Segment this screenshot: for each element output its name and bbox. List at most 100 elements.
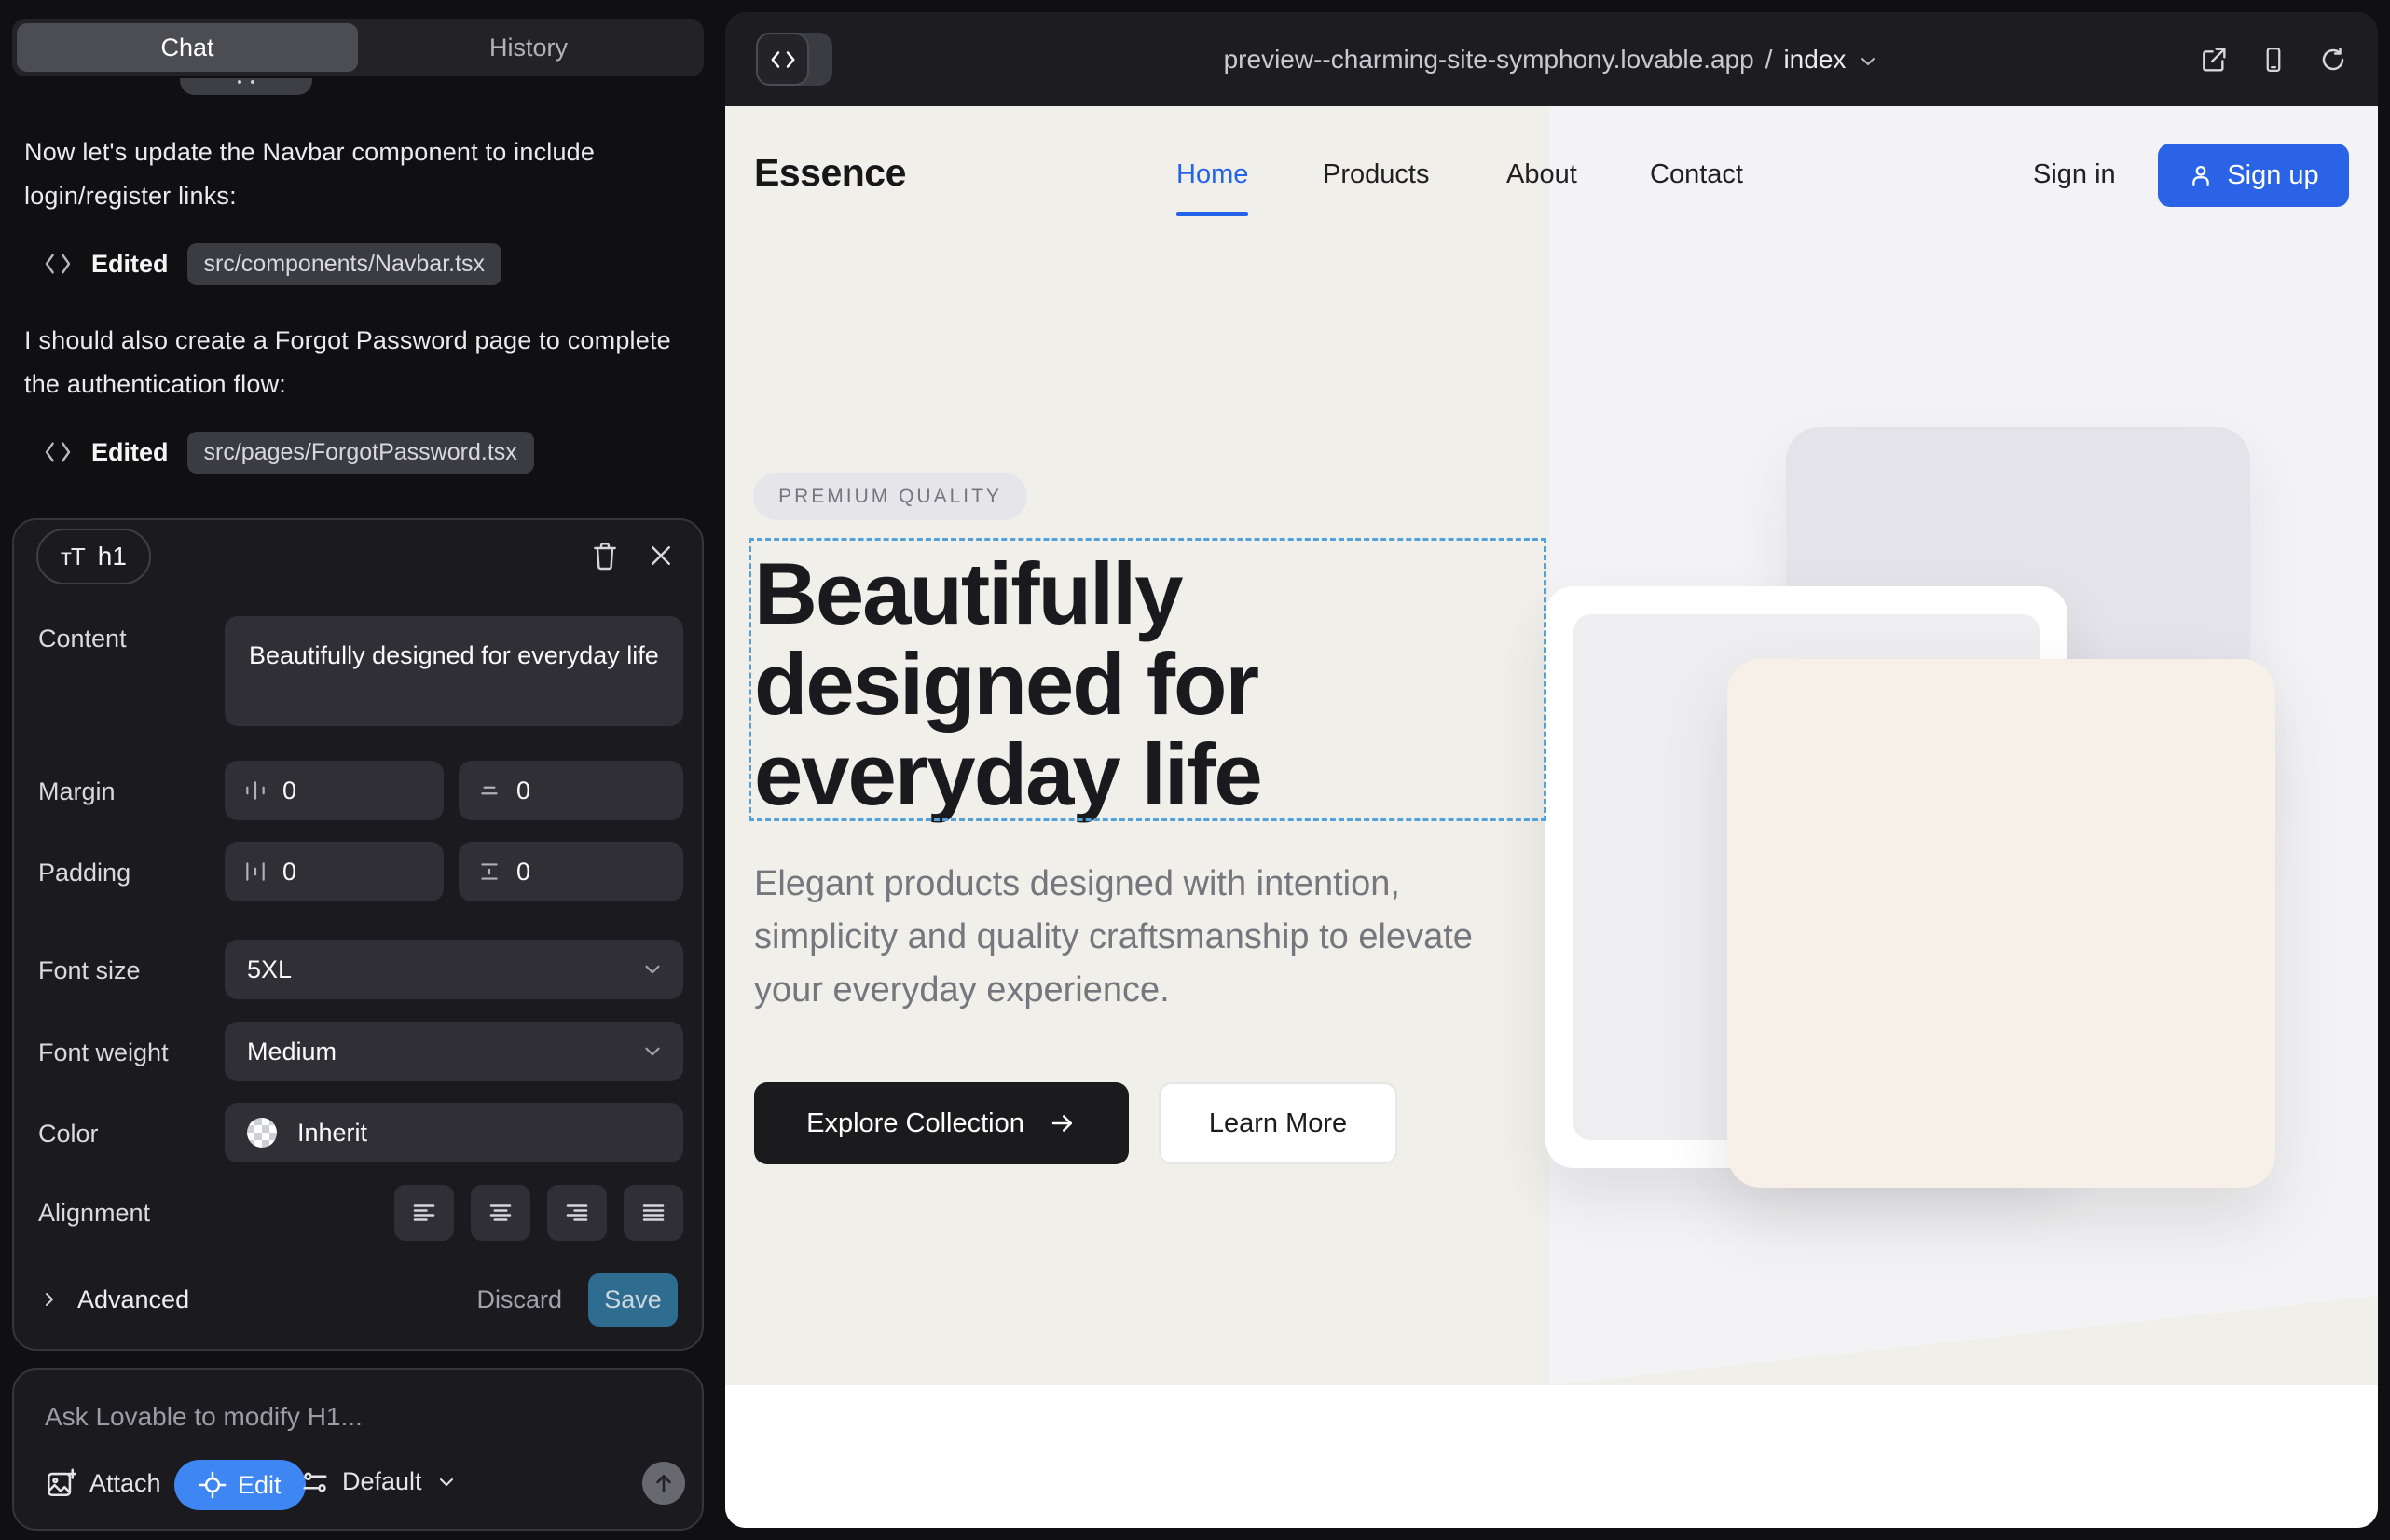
close-icon[interactable] xyxy=(644,539,678,572)
heading-line: Beautifully xyxy=(754,548,1261,639)
assistant-message: I should also create a Forgot Password p… xyxy=(24,319,692,406)
edited-label: Edited xyxy=(91,250,169,279)
alignment-label: Alignment xyxy=(38,1199,150,1228)
smartphone-icon xyxy=(2260,45,2287,75)
heading-line: everyday life xyxy=(754,729,1261,819)
refresh-icon xyxy=(2319,46,2347,74)
chat-history-tabbar: Chat History xyxy=(12,19,704,76)
target-icon xyxy=(199,1471,227,1499)
content-input[interactable]: Beautifully designed for everyday life xyxy=(225,616,683,726)
chat-sidebar: Chat History Now let's update the Navbar… xyxy=(0,0,725,1540)
padding-x-input[interactable]: 0 xyxy=(225,842,444,901)
attach-button[interactable]: Attach xyxy=(45,1467,161,1499)
refresh-button[interactable] xyxy=(2316,43,2350,76)
learn-more-button[interactable]: Learn More xyxy=(1159,1082,1397,1164)
decorative-card-beige xyxy=(1727,659,2275,1188)
align-justify-button[interactable] xyxy=(624,1185,683,1241)
advanced-toggle[interactable]: Advanced xyxy=(38,1272,189,1327)
nav-link-about[interactable]: About xyxy=(1506,159,1577,190)
premium-quality-badge: PREMIUM QUALITY xyxy=(753,473,1027,520)
typography-icon: ᴛT xyxy=(61,543,85,571)
preview-url[interactable]: preview--charming-site-symphony.lovable.… xyxy=(725,12,2378,106)
next-section-background xyxy=(725,1385,2378,1528)
url-host: preview--charming-site-symphony.lovable.… xyxy=(1224,45,1754,75)
align-right-button[interactable] xyxy=(547,1185,607,1241)
discard-button[interactable]: Discard xyxy=(476,1272,562,1327)
image-plus-icon xyxy=(45,1467,76,1499)
external-link-icon xyxy=(2199,45,2229,75)
margin-horizontal-icon xyxy=(243,778,268,803)
font-weight-select[interactable]: Medium xyxy=(225,1022,683,1081)
edited-file-row[interactable]: Edited src/components/Navbar.tsx xyxy=(43,242,501,285)
composer-actions: Attach Edit Default xyxy=(14,1460,702,1512)
align-center-button[interactable] xyxy=(471,1185,530,1241)
align-center-icon xyxy=(487,1199,515,1227)
color-select[interactable]: Inherit xyxy=(225,1103,683,1162)
padding-horizontal-icon xyxy=(243,859,268,884)
alignment-button-group xyxy=(394,1185,683,1241)
edited-label: Edited xyxy=(91,438,169,467)
font-size-select[interactable]: 5XL xyxy=(225,940,683,999)
editor-footer: Advanced Discard Save xyxy=(14,1272,702,1327)
delete-element-button[interactable] xyxy=(588,539,622,572)
send-button[interactable] xyxy=(642,1462,685,1505)
font-size-label: Font size xyxy=(38,956,141,985)
assistant-message: Now let's update the Navbar component to… xyxy=(24,131,692,218)
composer-input[interactable]: Ask Lovable to modify H1... xyxy=(45,1402,363,1432)
tab-chat[interactable]: Chat xyxy=(17,23,358,72)
chevron-down-icon xyxy=(1857,50,1879,73)
hero-description: Elegant products designed with intention… xyxy=(754,858,1500,1017)
nav-link-products[interactable]: Products xyxy=(1323,159,1429,190)
color-label: Color xyxy=(38,1120,99,1148)
nav-link-home[interactable]: Home xyxy=(1176,159,1248,190)
site-logo[interactable]: Essence xyxy=(754,151,906,195)
arrow-up-icon xyxy=(652,1471,676,1495)
code-icon xyxy=(43,251,73,277)
align-left-button[interactable] xyxy=(394,1185,454,1241)
edited-file-row[interactable]: Edited src/pages/ForgotPassword.tsx xyxy=(43,431,534,474)
padding-vertical-icon xyxy=(477,859,501,884)
chevron-down-icon xyxy=(640,1039,665,1064)
edit-mode-button[interactable]: Edit xyxy=(174,1460,306,1510)
file-chip[interactable]: src/pages/ForgotPassword.tsx xyxy=(187,432,534,474)
file-chip[interactable]: src/components/Navbar.tsx xyxy=(187,243,502,285)
preview-toolbar: preview--charming-site-symphony.lovable.… xyxy=(725,12,2378,106)
margin-y-input[interactable]: 0 xyxy=(459,761,683,820)
open-external-button[interactable] xyxy=(2197,43,2231,76)
site-page: Essence Home Products About Contact Sign… xyxy=(725,106,2378,1528)
align-right-icon xyxy=(563,1199,591,1227)
scrolled-message-fragment xyxy=(180,78,312,95)
app-root: Chat History Now let's update the Navbar… xyxy=(0,0,2390,1540)
preview-actions xyxy=(2197,12,2350,106)
tab-history[interactable]: History xyxy=(358,23,699,72)
explore-collection-button[interactable]: Explore Collection xyxy=(754,1082,1129,1164)
align-left-icon xyxy=(410,1199,438,1227)
sign-up-button[interactable]: Sign up xyxy=(2158,144,2349,207)
padding-label: Padding xyxy=(38,859,130,887)
chevron-right-icon xyxy=(38,1288,61,1311)
align-justify-icon xyxy=(639,1199,667,1227)
url-separator: / xyxy=(1765,45,1773,75)
color-swatch xyxy=(247,1118,277,1148)
chevron-down-icon xyxy=(640,957,665,982)
element-editor-panel: ᴛT h1 Content Beautifully designed for e… xyxy=(12,518,704,1351)
hero-heading[interactable]: Beautifully designed for everyday life xyxy=(754,548,1261,819)
margin-vertical-icon xyxy=(477,778,501,803)
margin-label: Margin xyxy=(38,777,116,806)
model-selector[interactable]: Default xyxy=(301,1467,458,1496)
nav-link-contact[interactable]: Contact xyxy=(1650,159,1743,190)
sign-in-link[interactable]: Sign in xyxy=(2033,159,2116,190)
sliders-icon xyxy=(301,1468,329,1496)
chat-composer: Ask Lovable to modify H1... Attach Edit … xyxy=(12,1368,704,1531)
padding-y-input[interactable]: 0 xyxy=(459,842,683,901)
margin-x-input[interactable]: 0 xyxy=(225,761,444,820)
chevron-down-icon xyxy=(435,1471,458,1493)
mobile-view-button[interactable] xyxy=(2257,43,2290,76)
content-label: Content xyxy=(38,625,127,653)
user-icon xyxy=(2188,162,2214,188)
save-button[interactable]: Save xyxy=(588,1273,678,1327)
heading-line: designed for xyxy=(754,639,1261,729)
font-weight-label: Font weight xyxy=(38,1038,169,1067)
selected-element-tag[interactable]: ᴛT h1 xyxy=(36,529,151,584)
tag-name: h1 xyxy=(98,542,127,571)
